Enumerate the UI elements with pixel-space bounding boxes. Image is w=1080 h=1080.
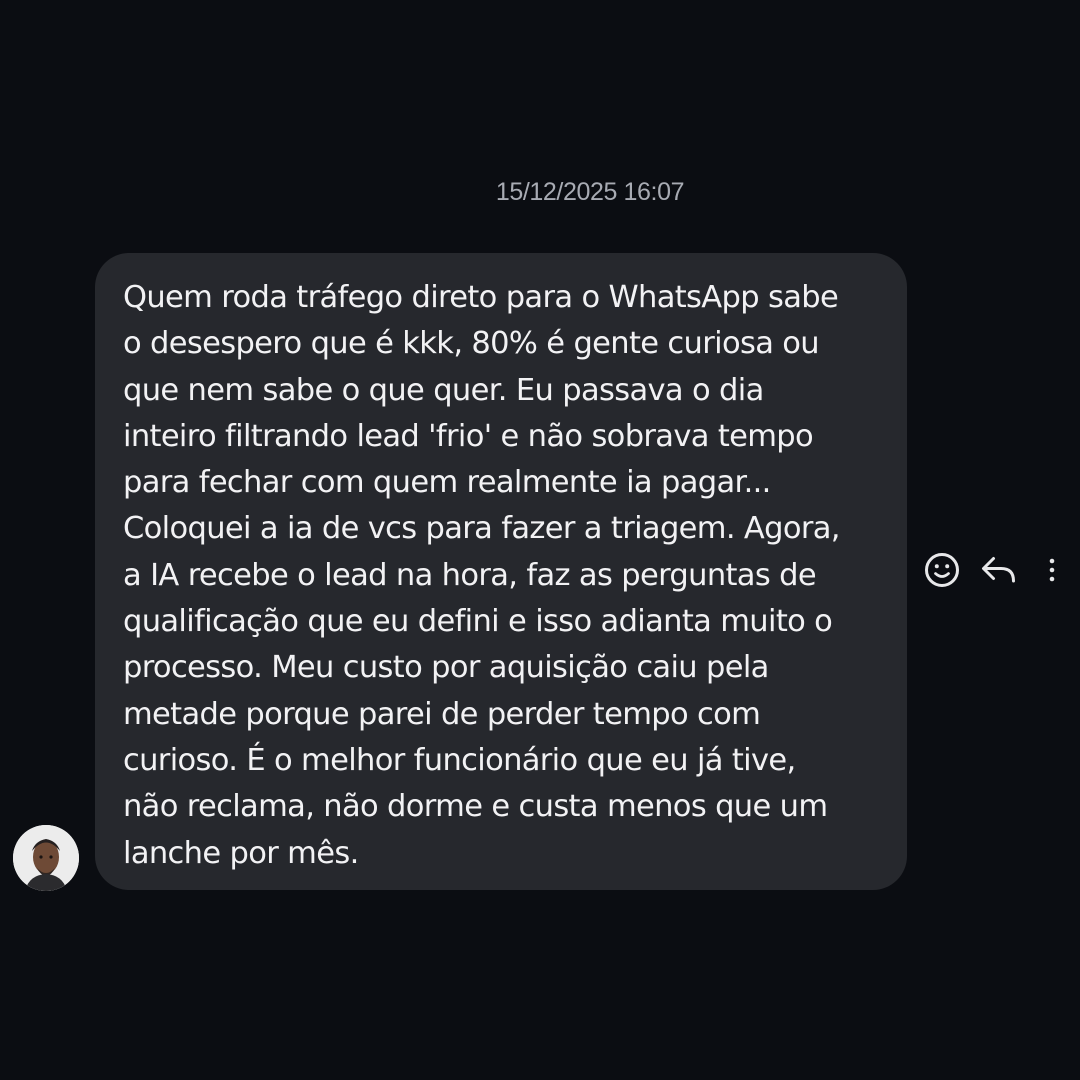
- more-options-button[interactable]: [1028, 548, 1072, 592]
- message-bubble[interactable]: Quem roda tráfego direto para o WhatsApp…: [95, 253, 907, 890]
- react-button[interactable]: [920, 548, 964, 592]
- message-row: Quem roda tráfego direto para o WhatsApp…: [0, 0, 1080, 1080]
- reply-button[interactable]: [976, 548, 1020, 592]
- reply-icon: [982, 557, 1015, 583]
- smiley-icon: [925, 553, 959, 587]
- avatar-image: [13, 825, 79, 891]
- more-vertical-icon: [1049, 558, 1055, 582]
- message-text: Quem roda tráfego direto para o WhatsApp…: [123, 280, 840, 871]
- avatar[interactable]: [13, 825, 79, 891]
